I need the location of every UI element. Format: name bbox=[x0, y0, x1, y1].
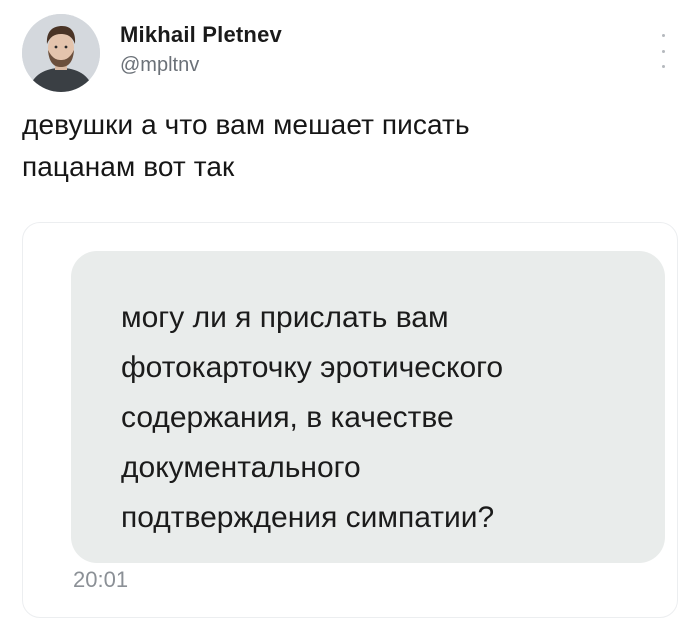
tweet-text-line: девушки а что вам мешает писать bbox=[22, 109, 470, 140]
author-display-name[interactable]: Mikhail Pletnev bbox=[120, 22, 282, 48]
tweet-text-line: пацанам вот так bbox=[22, 151, 235, 182]
more-vertical-icon[interactable] bbox=[656, 34, 670, 68]
message-line: содержания, в качестве bbox=[121, 401, 454, 434]
message-line: документального bbox=[121, 451, 361, 484]
message-bubble: могу ли я прислать вам фотокарточку эрот… bbox=[71, 251, 665, 563]
message-line: подтверждения симпатии? bbox=[121, 501, 495, 534]
author-block: Mikhail Pletnev @mpltnv bbox=[120, 22, 282, 78]
message-timestamp: 20:01 bbox=[73, 567, 129, 592]
tweet-text: девушки а что вам мешает писать пацанам … bbox=[22, 104, 672, 188]
more-dot bbox=[661, 34, 665, 37]
tweet-header: Mikhail Pletnev @mpltnv bbox=[22, 14, 678, 94]
more-dot bbox=[661, 49, 665, 53]
tweet-card: Mikhail Pletnev @mpltnv девушки а что ва… bbox=[0, 0, 700, 634]
author-handle[interactable]: @mpltnv bbox=[120, 52, 282, 78]
message-text: могу ли я прислать вам фотокарточку эрот… bbox=[121, 293, 503, 543]
tweet-media-image[interactable]: могу ли я прислать вам фотокарточку эрот… bbox=[22, 222, 678, 618]
message-line: фотокарточку эротического bbox=[121, 351, 504, 384]
more-dot bbox=[661, 65, 665, 68]
avatar[interactable] bbox=[22, 14, 100, 92]
message-line: могу ли я прислать вам bbox=[121, 301, 449, 334]
